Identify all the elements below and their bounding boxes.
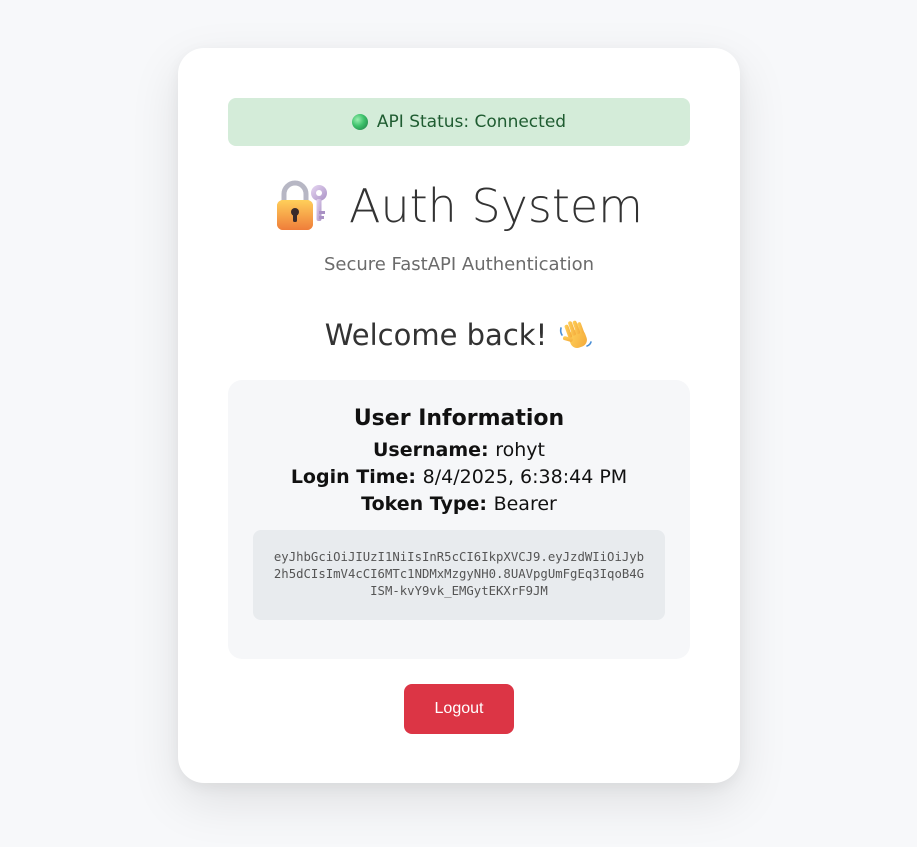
username-label: Username: [372, 439, 496, 461]
status-indicator-icon [351, 114, 368, 130]
auth-card: API Status: Connected Auth System Secure… [178, 48, 740, 783]
login-time-value: 8/4/2025, 6:38:44 PM [422, 466, 628, 488]
api-status-banner: API Status: Connected [228, 98, 690, 146]
token-type-label: Token Type: [361, 493, 494, 515]
token-type-row: Token Type: Bearer [228, 493, 690, 515]
page-title: Auth System [349, 179, 643, 233]
locked-with-key-icon [277, 180, 328, 230]
username-row: Username: rohyt [228, 439, 690, 461]
page-subtitle: Secure FastAPI Authentication [323, 254, 595, 275]
login-time-row: Login Time: 8/4/2025, 6:38:44 PM [228, 466, 690, 488]
token-type-value: Bearer [493, 493, 557, 515]
logout-button[interactable]: Logout [404, 684, 514, 734]
user-information-panel: User Information Username: rohyt Login T… [228, 380, 690, 659]
header: Auth System [178, 178, 740, 234]
waving-hand-icon [560, 320, 593, 348]
api-status-text: API Status: Connected [376, 112, 567, 132]
username-value: rohyt [495, 439, 545, 461]
user-information-title: User Information [353, 406, 565, 431]
welcome-message: Welcome back! [324, 318, 548, 352]
access-token-display: eyJhbGciOiJIUzI1NiIsInR5cCI6IkpXVCJ9.eyJ… [253, 530, 665, 620]
login-time-label: Login Time: [290, 466, 423, 488]
welcome-row: Welcome back! [178, 318, 740, 352]
